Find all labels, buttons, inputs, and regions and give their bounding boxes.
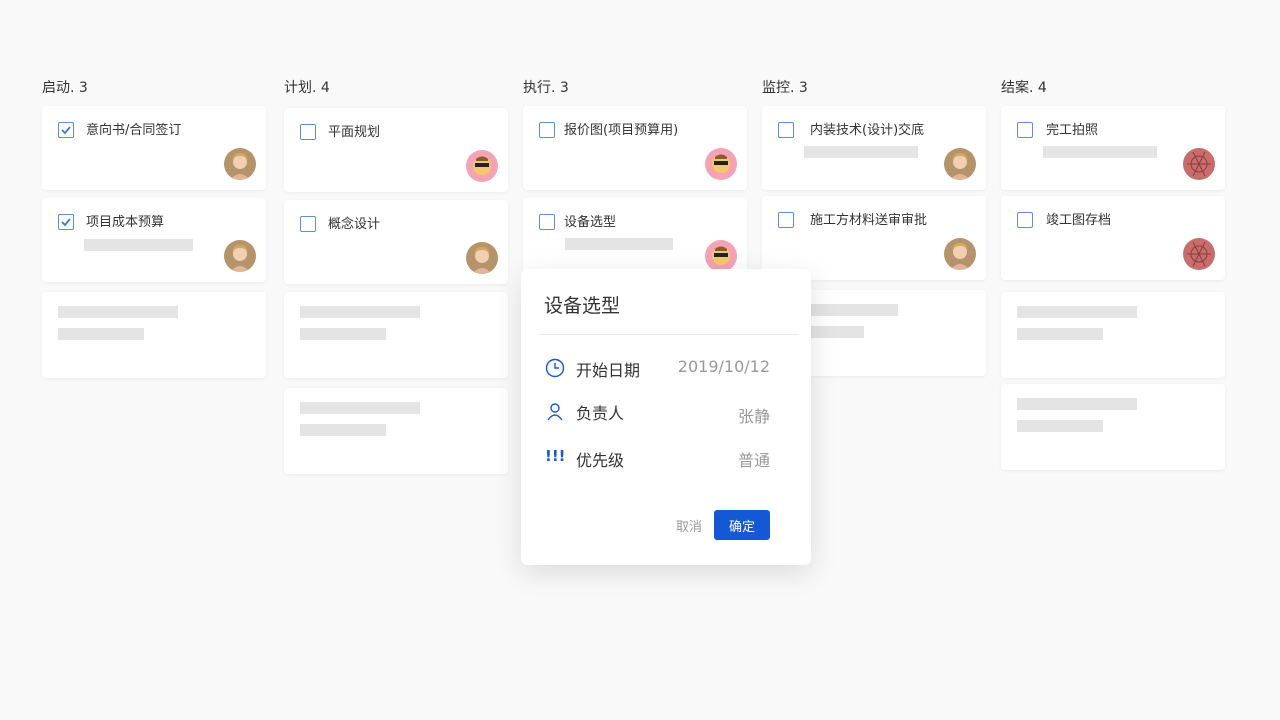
popup-title: 设备选型 <box>544 295 621 317</box>
avatar <box>224 240 256 272</box>
placeholder-bar <box>58 306 178 318</box>
checkbox[interactable] <box>1017 122 1033 138</box>
cancel-button[interactable]: 取消 <box>676 516 702 535</box>
placeholder-bar <box>300 306 420 318</box>
column-title: 结案. 4 <box>1001 80 1047 96</box>
owner-label: 负责人 <box>576 404 625 423</box>
placeholder-card <box>284 388 508 474</box>
placeholder-card <box>284 292 508 378</box>
avatar <box>944 238 976 270</box>
placeholder-bar <box>804 146 918 158</box>
task-label: 竣工图存档 <box>1046 213 1112 228</box>
owner-value[interactable]: 张静 <box>738 403 770 427</box>
priority-row[interactable]: !!! 优先级 普通 <box>545 446 770 470</box>
task-label: 完工拍照 <box>1046 123 1099 138</box>
checkbox[interactable] <box>1017 212 1033 228</box>
column-monitor: 监控. 3 内装技术(设计)交底 施工方材料送审审批 <box>762 78 986 376</box>
task-card[interactable]: 平面规划 <box>284 108 508 192</box>
placeholder-bar <box>1017 328 1103 340</box>
avatar <box>705 240 737 272</box>
placeholder-bar <box>300 424 386 436</box>
task-label: 报价图(项目预算用) <box>564 123 679 138</box>
placeholder-card <box>1001 384 1225 470</box>
avatar <box>705 148 737 180</box>
avatar <box>466 150 498 182</box>
start-date-row[interactable]: 开始日期 2019/10/12 <box>545 356 770 380</box>
column-title: 执行. 3 <box>523 80 569 96</box>
checkbox[interactable] <box>539 122 555 138</box>
placeholder-bar <box>300 402 420 414</box>
task-card[interactable]: 概念设计 <box>284 200 508 284</box>
avatar <box>944 148 976 180</box>
owner-row[interactable]: 负责人 张静 <box>545 399 770 426</box>
task-card[interactable]: 完工拍照 <box>1001 106 1225 190</box>
placeholder-bar <box>565 238 673 250</box>
task-card[interactable]: 报价图(项目预算用) <box>523 106 747 190</box>
checkbox-checked[interactable] <box>58 214 74 230</box>
checkbox[interactable] <box>778 122 794 138</box>
placeholder-bar <box>1017 420 1103 432</box>
task-detail-popup: 设备选型 开始日期 2019/10/12 负责人 张静 !!! 优先级 普通 取… <box>521 269 811 565</box>
placeholder-card <box>1001 292 1225 378</box>
column-execute: 执行. 3 报价图(项目预算用) 设备选型 <box>523 78 747 282</box>
start-date-label: 开始日期 <box>576 361 641 380</box>
checkbox[interactable] <box>778 212 794 228</box>
task-label: 概念设计 <box>328 217 381 232</box>
divider <box>539 334 799 335</box>
task-label: 内装技术(设计)交底 <box>810 123 925 138</box>
column-title: 计划. 4 <box>284 80 330 96</box>
task-label: 平面规划 <box>328 125 381 140</box>
task-label: 设备选型 <box>564 215 617 230</box>
column-start: 启动. 3 意向书/合同签订 项目成本预算 <box>42 78 266 378</box>
avatar <box>466 242 498 274</box>
placeholder-bar <box>300 328 386 340</box>
start-date-value[interactable]: 2019/10/12 <box>678 357 770 376</box>
task-label: 施工方材料送审审批 <box>810 213 928 228</box>
task-label: 项目成本预算 <box>86 215 165 230</box>
user-icon <box>545 401 565 421</box>
avatar <box>1183 148 1215 180</box>
task-card[interactable]: 意向书/合同签订 <box>42 106 266 190</box>
avatar <box>1183 238 1215 270</box>
placeholder-bar <box>84 239 193 251</box>
checkbox-checked[interactable] <box>58 122 74 138</box>
column-title: 监控. 3 <box>762 80 808 96</box>
task-card[interactable]: 项目成本预算 <box>42 198 266 282</box>
avatar <box>224 148 256 180</box>
checkbox[interactable] <box>300 124 316 140</box>
column-plan: 计划. 4 平面规划 概念设计 <box>284 78 508 474</box>
task-card[interactable]: 内装技术(设计)交底 <box>762 106 986 190</box>
priority-label: 优先级 <box>576 451 625 470</box>
placeholder-card <box>42 292 266 378</box>
placeholder-bar <box>58 328 144 340</box>
placeholder-bar <box>1017 306 1137 318</box>
priority-icon: !!! <box>545 447 566 465</box>
checkbox[interactable] <box>539 214 555 230</box>
placeholder-bar <box>1017 398 1137 410</box>
task-label: 意向书/合同签订 <box>86 123 182 138</box>
confirm-button[interactable]: 确定 <box>714 510 770 540</box>
clock-icon <box>545 358 565 378</box>
column-title: 启动. 3 <box>42 80 88 96</box>
priority-value[interactable]: 普通 <box>738 447 770 471</box>
task-card[interactable]: 竣工图存档 <box>1001 196 1225 280</box>
checkbox[interactable] <box>300 216 316 232</box>
placeholder-bar <box>1043 146 1157 158</box>
column-close: 结案. 4 完工拍照 竣工图存档 <box>1001 78 1225 470</box>
task-card[interactable]: 施工方材料送审审批 <box>762 196 986 280</box>
